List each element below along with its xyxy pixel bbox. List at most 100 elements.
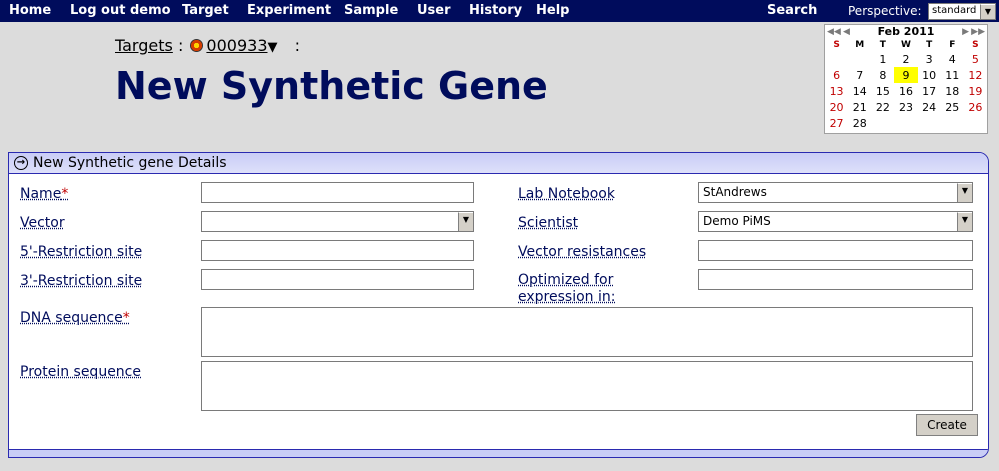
calendar-weekday: W <box>901 40 911 50</box>
calendar-week-row: 27 28 <box>825 115 987 131</box>
name-label[interactable]: Name* <box>20 186 68 203</box>
calendar-day <box>825 51 848 67</box>
calendar-widget: ◀◀ ◀ Feb 2011 ▶ ▶▶ SMTWTFS 1 2 3 4 5 6 7 8 9 10 11… <box>824 24 988 134</box>
nav-user[interactable]: User <box>417 3 451 18</box>
dna-label-text: DNA sequence <box>20 310 123 326</box>
calendar-day[interactable]: 1 <box>871 51 894 67</box>
calendar-day[interactable]: 4 <box>941 51 964 67</box>
lab-notebook-value: StAndrews <box>703 185 767 199</box>
calendar-next-month-icon[interactable]: ▶ <box>962 25 969 39</box>
name-input[interactable] <box>201 182 474 203</box>
calendar-day[interactable]: 18 <box>941 83 964 99</box>
vector-select[interactable]: ▼ <box>201 211 474 232</box>
create-button[interactable]: Create <box>916 414 978 436</box>
protein-sequence-label[interactable]: Protein sequence <box>20 364 141 381</box>
panel-footer <box>9 449 988 457</box>
calendar-weekday: T <box>879 40 886 50</box>
calendar-day[interactable]: 28 <box>848 115 871 131</box>
arrow-right-circle-icon[interactable]: → <box>14 156 28 170</box>
calendar-day[interactable]: 3 <box>918 51 941 67</box>
calendar-day[interactable]: 22 <box>871 99 894 115</box>
breadcrumb-separator: : <box>177 36 184 55</box>
chevron-down-icon: ▼ <box>957 183 972 202</box>
calendar-day[interactable]: 5 <box>964 51 987 67</box>
nav-sample[interactable]: Sample <box>344 3 398 18</box>
calendar-day[interactable]: 6 <box>825 67 848 83</box>
calendar-weekday: F <box>949 40 956 50</box>
optimized-expression-label[interactable]: Optimized for expression in: <box>518 272 668 306</box>
calendar-prev-year-icon[interactable]: ◀◀ <box>827 25 841 39</box>
calendar-day[interactable]: 20 <box>825 99 848 115</box>
calendar-weekday: M <box>855 40 865 50</box>
nav-history[interactable]: History <box>469 3 522 18</box>
vector-label[interactable]: Vector <box>20 215 65 232</box>
calendar-day[interactable]: 17 <box>918 83 941 99</box>
required-marker: * <box>122 310 130 326</box>
three-prime-site-input[interactable] <box>201 269 474 290</box>
dna-sequence-label[interactable]: DNA sequence* <box>20 310 130 327</box>
calendar-day[interactable]: 14 <box>848 83 871 99</box>
nav-target[interactable]: Target <box>182 3 229 18</box>
calendar-day[interactable]: 26 <box>964 99 987 115</box>
dna-sequence-textarea[interactable] <box>201 307 973 357</box>
vector-resistances-label[interactable]: Vector resistances <box>518 244 646 261</box>
calendar-weekday: T <box>926 40 933 50</box>
breadcrumb-targets-link[interactable]: Targets <box>115 36 173 55</box>
calendar-day[interactable]: 2 <box>894 51 917 67</box>
scientist-select[interactable]: Demo PiMS ▼ <box>698 211 973 232</box>
calendar-day[interactable]: 11 <box>941 67 964 83</box>
panel-title: New Synthetic gene Details <box>33 155 227 171</box>
calendar-day[interactable]: 7 <box>848 67 871 83</box>
calendar-prev-month-icon[interactable]: ◀ <box>843 25 850 39</box>
synthetic-gene-details-panel: → New Synthetic gene Details Name* Vecto… <box>8 152 989 458</box>
calendar-day[interactable]: 25 <box>941 99 964 115</box>
calendar-day <box>964 115 987 131</box>
top-nav-bar: Home Log out demo Target Experiment Samp… <box>0 0 999 22</box>
breadcrumb-target-link[interactable]: 000933 <box>206 36 267 55</box>
protein-sequence-textarea[interactable] <box>201 361 973 411</box>
calendar-week-row: 13 14 15 16 17 18 19 <box>825 83 987 99</box>
calendar-day[interactable]: 19 <box>964 83 987 99</box>
nav-log-out[interactable]: Log out demo <box>70 3 171 18</box>
lab-notebook-select[interactable]: StAndrews ▼ <box>698 182 973 203</box>
calendar-day[interactable]: 10 <box>918 67 941 83</box>
calendar-day[interactable]: 23 <box>894 99 917 115</box>
three-prime-site-label[interactable]: 3'-Restriction site <box>20 273 142 290</box>
five-prime-site-label[interactable]: 5'-Restriction site <box>20 244 142 261</box>
panel-header: → New Synthetic gene Details <box>9 153 988 174</box>
scientist-value: Demo PiMS <box>703 214 771 228</box>
optimized-expression-input[interactable] <box>698 269 973 290</box>
calendar-grid: SMTWTFS 1 2 3 4 5 6 7 8 9 10 11 12 13 14 15 16 17 18 19 20 2… <box>825 39 987 131</box>
scientist-label[interactable]: Scientist <box>518 215 578 232</box>
calendar-day[interactable]: 21 <box>848 99 871 115</box>
calendar-day[interactable]: 15 <box>871 83 894 99</box>
calendar-day[interactable]: 12 <box>964 67 987 83</box>
calendar-day <box>848 51 871 67</box>
breadcrumb-trail: : <box>294 36 300 55</box>
calendar-next-year-icon[interactable]: ▶▶ <box>971 25 985 39</box>
name-label-text: Name <box>20 186 62 202</box>
nav-help[interactable]: Help <box>536 3 569 18</box>
chevron-down-icon: ▼ <box>980 4 995 19</box>
five-prime-site-input[interactable] <box>201 240 474 261</box>
chevron-down-icon: ▼ <box>458 212 473 231</box>
calendar-week-row: 6 7 8 9 10 11 12 <box>825 67 987 83</box>
nav-experiment[interactable]: Experiment <box>247 3 331 18</box>
calendar-day[interactable]: 16 <box>894 83 917 99</box>
chevron-down-icon: ▼ <box>957 212 972 231</box>
calendar-day <box>918 115 941 131</box>
breadcrumb-dropdown-icon[interactable]: ▼ <box>268 40 278 55</box>
perspective-value: standard <box>932 5 977 16</box>
vector-resistances-input[interactable] <box>698 240 973 261</box>
perspective-label: Perspective: <box>848 4 922 18</box>
lab-notebook-label[interactable]: Lab Notebook <box>518 186 615 203</box>
nav-search[interactable]: Search <box>767 3 817 18</box>
calendar-day[interactable]: 9 <box>894 67 918 83</box>
calendar-day <box>894 115 917 131</box>
calendar-day[interactable]: 27 <box>825 115 848 131</box>
calendar-day[interactable]: 24 <box>918 99 941 115</box>
calendar-day[interactable]: 8 <box>871 67 894 83</box>
nav-home[interactable]: Home <box>9 3 51 18</box>
perspective-select[interactable]: standard ▼ <box>928 3 996 20</box>
calendar-day[interactable]: 13 <box>825 83 848 99</box>
